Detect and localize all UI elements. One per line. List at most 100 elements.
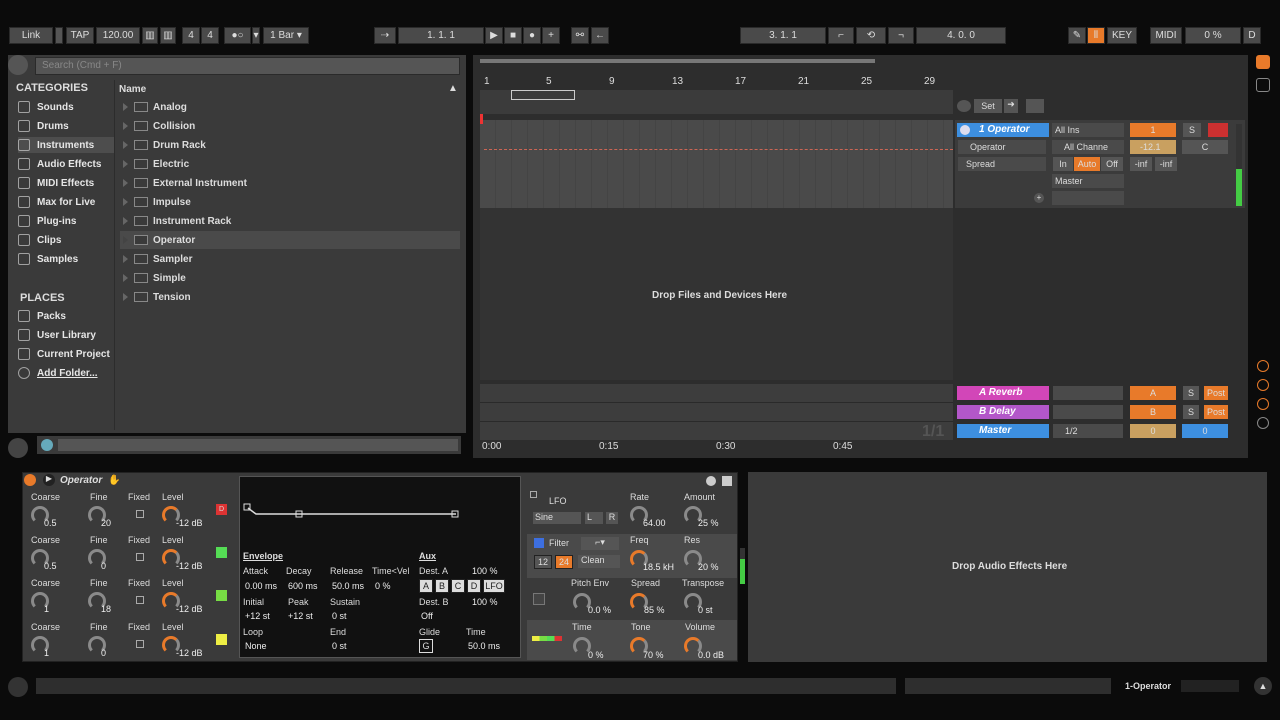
fixed-checkbox[interactable] xyxy=(136,510,144,518)
meter-den[interactable]: 4 xyxy=(201,27,219,44)
dest-a-button[interactable]: A xyxy=(419,579,433,593)
tap-button[interactable]: TAP xyxy=(66,27,94,44)
record-icon[interactable]: ● xyxy=(523,27,541,44)
timevel-value[interactable]: 0 % xyxy=(375,581,391,591)
back-to-arrangement-icon[interactable]: ← xyxy=(591,27,609,44)
return-a-chooser[interactable] xyxy=(1053,386,1123,400)
arm-button[interactable] xyxy=(1208,123,1228,137)
file-item-selected[interactable]: Operator xyxy=(120,231,460,249)
input-channel-chooser[interactable]: All Channe xyxy=(1052,140,1124,154)
save-icon[interactable] xyxy=(1026,99,1044,113)
category-samples[interactable]: Samples xyxy=(18,251,78,267)
time-ruler[interactable]: 0:00 0:15 0:30 0:45 xyxy=(480,441,953,455)
play-icon[interactable]: ▶ xyxy=(485,27,503,44)
dest-b-menu[interactable]: Off xyxy=(421,611,433,621)
expand-icon[interactable] xyxy=(123,293,128,301)
expand-icon[interactable] xyxy=(123,141,128,149)
lfo-range-menu[interactable]: L xyxy=(585,512,603,524)
groove-pool-icon[interactable] xyxy=(8,438,28,458)
place-packs[interactable]: Packs xyxy=(18,308,66,324)
returns-toggle-icon[interactable] xyxy=(1257,398,1269,410)
oscillator-color-d[interactable] xyxy=(216,634,227,645)
release-value[interactable]: 50.0 ms xyxy=(332,581,364,591)
attack-value[interactable]: 0.00 ms xyxy=(245,581,277,591)
return-b-chooser[interactable] xyxy=(1053,405,1123,419)
name-column-header[interactable]: Name xyxy=(119,84,146,95)
search-input[interactable]: Search (Cmd + F) xyxy=(35,57,460,75)
oscillator-color-a[interactable]: D xyxy=(216,504,227,515)
master-track[interactable]: Master xyxy=(957,424,1049,438)
expand-icon[interactable] xyxy=(123,103,128,111)
place-user-library[interactable]: User Library xyxy=(18,327,96,343)
automation-arm-icon[interactable]: ⚯ xyxy=(571,27,589,44)
song-position[interactable]: 1. 1. 1 xyxy=(398,27,484,44)
peak-value[interactable]: +12 st xyxy=(288,611,313,621)
output-chooser[interactable]: Master xyxy=(1052,174,1124,188)
expand-icon[interactable] xyxy=(123,217,128,225)
filter-type-icon[interactable]: ⌐▾ xyxy=(581,537,619,550)
fixed-checkbox[interactable] xyxy=(136,640,144,648)
category-sounds[interactable]: Sounds xyxy=(18,99,74,115)
dest-b-button[interactable]: B xyxy=(435,579,449,593)
track-lane-operator[interactable] xyxy=(480,120,953,208)
session-view-icon[interactable] xyxy=(1256,78,1270,92)
overview-strip[interactable] xyxy=(480,59,875,63)
return-a-solo[interactable]: S xyxy=(1183,386,1199,400)
filter-toggle[interactable] xyxy=(534,538,544,548)
device-settings-icon[interactable] xyxy=(706,476,716,486)
punch-in-icon[interactable]: ⌐ xyxy=(828,27,854,44)
sort-arrow-icon[interactable]: ▲ xyxy=(448,83,458,94)
detail-view-toggle-icon[interactable]: ▲ xyxy=(1254,677,1272,695)
key-map-button[interactable]: KEY xyxy=(1107,27,1137,44)
expand-icon[interactable] xyxy=(123,198,128,206)
place-current-project[interactable]: Current Project xyxy=(18,346,110,362)
mixer-toggle-icon[interactable] xyxy=(1257,417,1269,429)
output-sub-chooser[interactable] xyxy=(1052,191,1124,205)
category-audio-effects[interactable]: Audio Effects xyxy=(18,156,101,172)
dest-d-button[interactable]: D xyxy=(467,579,481,593)
solo-button[interactable]: S xyxy=(1183,123,1201,137)
decay-value[interactable]: 600 ms xyxy=(288,581,318,591)
device-fold-icon[interactable]: ▶ xyxy=(43,474,55,486)
return-track-a[interactable]: A Reverb xyxy=(957,386,1049,400)
stop-icon[interactable]: ■ xyxy=(504,27,522,44)
category-plugins[interactable]: Plug-ins xyxy=(18,213,76,229)
filter-circuit-menu[interactable]: Clean xyxy=(578,555,620,568)
pitch-env-toggle[interactable] xyxy=(533,593,545,605)
preview-waveform[interactable] xyxy=(58,439,458,451)
automation-param-chooser[interactable]: Spread xyxy=(958,157,1046,171)
initial-value[interactable]: +12 st xyxy=(245,611,270,621)
cue-out-chooser[interactable]: 1/2 xyxy=(1053,424,1123,438)
category-drums[interactable]: Drums xyxy=(18,118,69,134)
envelope-curve[interactable] xyxy=(242,480,518,546)
return-b-post[interactable]: Post xyxy=(1204,405,1228,419)
sends-toggle-icon[interactable] xyxy=(1257,379,1269,391)
category-instruments[interactable]: Instruments xyxy=(18,137,114,153)
link-button[interactable]: Link xyxy=(9,27,53,44)
browser-toggle-icon[interactable] xyxy=(8,55,28,75)
loop-brace[interactable] xyxy=(511,90,575,100)
io-toggle-icon[interactable] xyxy=(1257,360,1269,372)
loop-mode-menu[interactable]: None xyxy=(245,641,267,651)
track-activator[interactable]: 1 xyxy=(1130,123,1176,137)
locator-prev-icon[interactable] xyxy=(957,100,971,112)
expand-icon[interactable] xyxy=(123,274,128,282)
oscillator-color-b[interactable] xyxy=(216,547,227,558)
loop-length-field[interactable]: 4. 0. 0 xyxy=(916,27,1006,44)
input-type-chooser[interactable]: All Ins xyxy=(1052,123,1124,137)
file-item[interactable]: Analog xyxy=(120,98,460,116)
lfo-toggle[interactable] xyxy=(530,491,537,498)
slope-12-button[interactable]: 12 xyxy=(534,555,552,569)
file-item[interactable]: External Instrument xyxy=(120,174,460,192)
file-item[interactable]: Simple xyxy=(120,269,460,287)
file-item[interactable]: Drum Rack xyxy=(120,136,460,154)
file-item[interactable]: Collision xyxy=(120,117,460,135)
punch-out-icon[interactable]: ¬ xyxy=(888,27,914,44)
fixed-checkbox[interactable] xyxy=(136,596,144,604)
track-title-operator[interactable]: 1 Operator xyxy=(957,123,1049,137)
file-item[interactable]: Electric xyxy=(120,155,460,173)
locator-next-icon[interactable]: ➜ xyxy=(1004,99,1018,113)
expand-icon[interactable] xyxy=(123,160,128,168)
device-save-icon[interactable] xyxy=(722,476,732,486)
category-max-for-live[interactable]: Max for Live xyxy=(18,194,95,210)
